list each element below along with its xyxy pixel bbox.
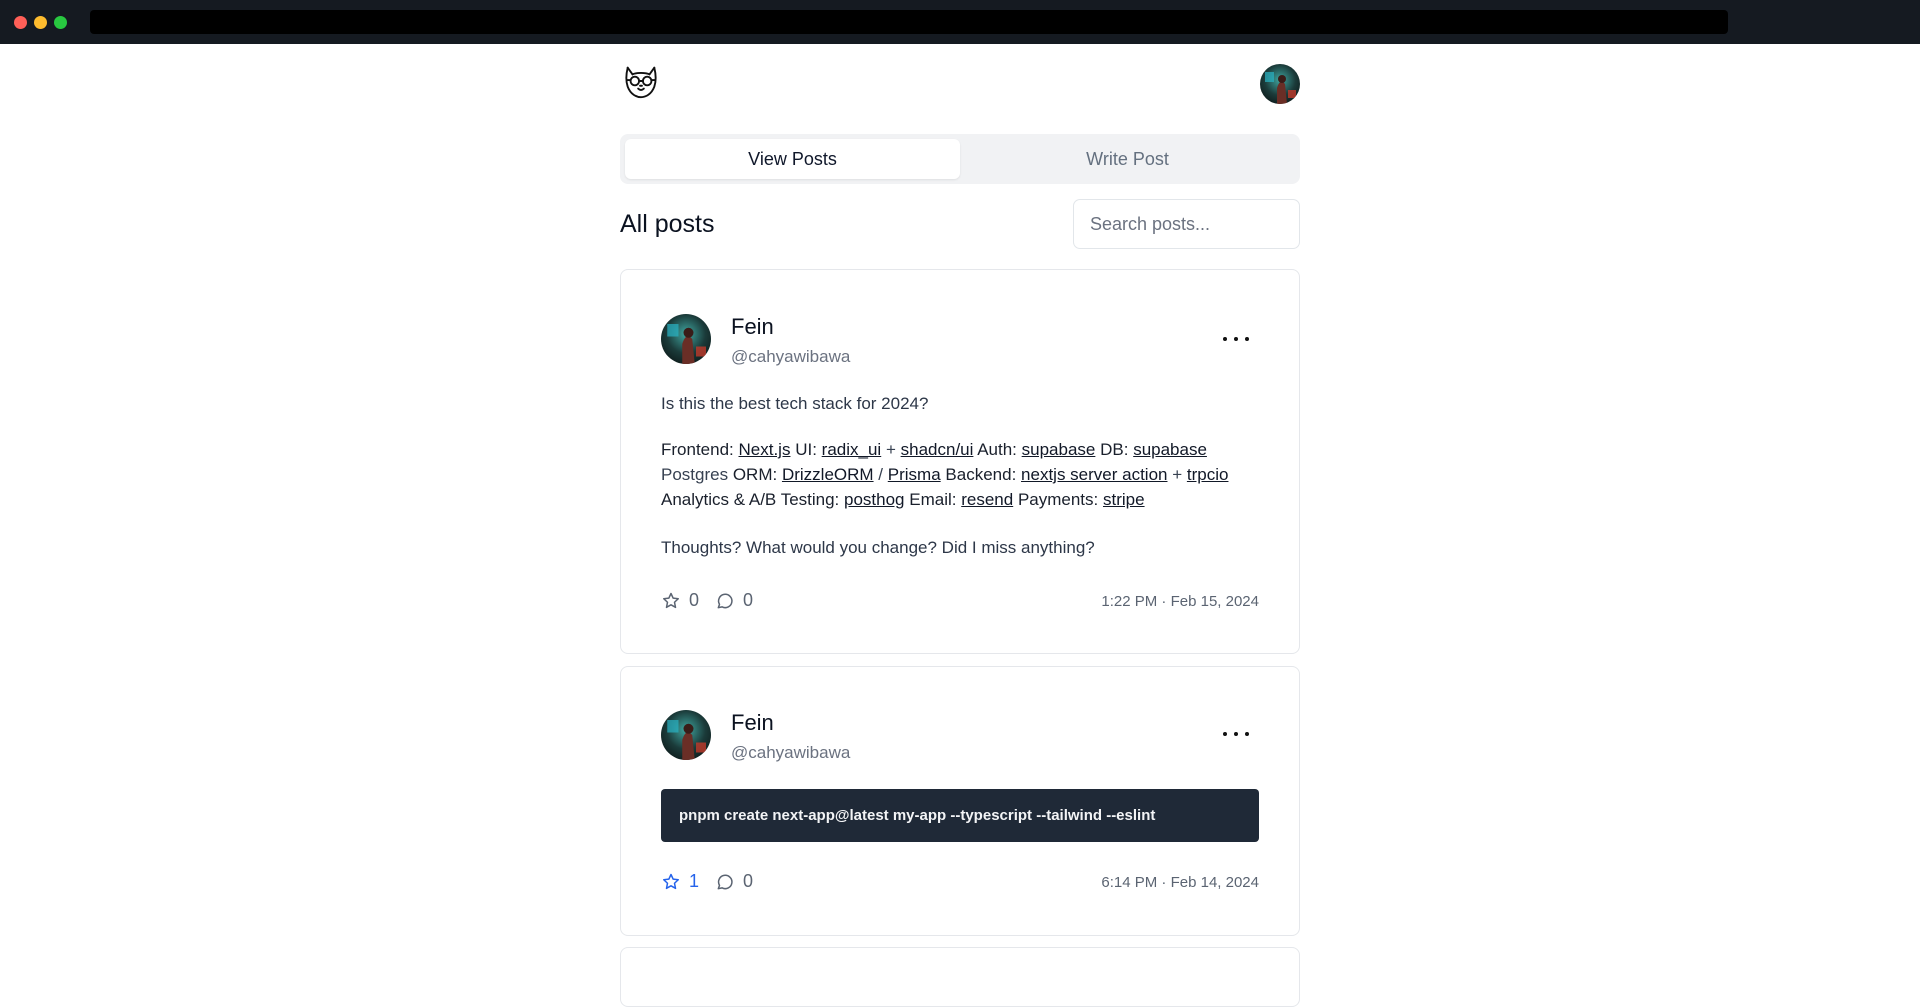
post-actions: 1 0 [661, 871, 753, 892]
post-link[interactable]: Prisma [888, 465, 941, 484]
comment-count: 0 [743, 590, 754, 610]
post-link[interactable]: resend [961, 490, 1013, 509]
comment-count: 0 [743, 871, 754, 891]
comment-button[interactable]: 0 [715, 590, 753, 611]
stack-text: Postgres [661, 465, 729, 484]
post-timestamp[interactable]: 6:14 PM · Feb 14, 2024 [1101, 874, 1259, 891]
post-stack-text: Frontend: Next.js UI: radix_ui + shadcn/… [661, 437, 1261, 512]
author-handle[interactable]: @cahyawibawa [731, 743, 850, 763]
maximize-window-button[interactable] [54, 16, 67, 29]
post-card [620, 947, 1300, 1007]
cat-glasses-icon[interactable] [622, 62, 660, 100]
star-count: 0 [689, 590, 700, 610]
stack-label: Analytics & A/B Testing: [661, 490, 840, 509]
post-link[interactable]: trpcio [1187, 465, 1229, 484]
stack-label: Email: [909, 490, 957, 509]
stack-label: Frontend: [661, 440, 734, 459]
author-name[interactable]: Fein [731, 710, 774, 736]
more-options-icon[interactable] [1223, 725, 1249, 743]
stack-label: UI: [795, 440, 817, 459]
tab-write-post[interactable]: Write Post [960, 139, 1295, 179]
author-handle[interactable]: @cahyawibawa [731, 347, 850, 367]
more-options-icon[interactable] [1223, 330, 1249, 348]
star-icon [663, 592, 679, 608]
post-link[interactable]: shadcn/ui [901, 440, 974, 459]
stack-label: ORM: [732, 465, 778, 484]
address-bar[interactable] [90, 10, 1728, 34]
star-button[interactable]: 0 [661, 590, 699, 611]
avatar[interactable] [661, 314, 711, 364]
star-count: 1 [689, 871, 700, 891]
stack-label: Backend: [945, 465, 1017, 484]
page-title: All posts [620, 210, 715, 238]
separator: / [878, 465, 884, 484]
tab-bar: View Posts Write Post [620, 134, 1300, 184]
close-window-button[interactable] [14, 16, 27, 29]
post-timestamp[interactable]: 1:22 PM · Feb 15, 2024 [1101, 593, 1259, 610]
stack-label: DB: [1100, 440, 1129, 459]
post-link[interactable]: nextjs server action [1021, 465, 1167, 484]
post-actions: 0 0 [661, 590, 753, 611]
comment-icon [717, 874, 733, 889]
post-text: Is this the best tech stack for 2024? [661, 394, 929, 413]
post-text: Thoughts? What would you change? Did I m… [661, 538, 1095, 557]
browser-chrome [0, 0, 1920, 44]
post-card: Fein @cahyawibawa Is this the best tech … [620, 269, 1300, 654]
star-icon [663, 873, 679, 889]
minimize-window-button[interactable] [34, 16, 47, 29]
avatar[interactable] [661, 710, 711, 760]
post-link[interactable]: stripe [1103, 490, 1145, 509]
avatar[interactable] [1260, 64, 1300, 104]
author-name[interactable]: Fein [731, 314, 774, 340]
comment-button[interactable]: 0 [715, 871, 753, 892]
tab-view-posts[interactable]: View Posts [625, 139, 960, 179]
post-link[interactable]: Next.js [739, 440, 791, 459]
search-input[interactable] [1073, 199, 1300, 249]
post-link[interactable]: DrizzleORM [782, 465, 874, 484]
post-link[interactable]: posthog [844, 490, 905, 509]
code-block: pnpm create next-app@latest my-app --typ… [661, 789, 1259, 842]
stack-label: Auth: [977, 440, 1017, 459]
post-link[interactable]: radix_ui [822, 440, 882, 459]
post-card: Fein @cahyawibawa pnpm create next-app@l… [620, 666, 1300, 936]
app-container: View Posts Write Post All posts Search p… [620, 44, 1300, 1007]
comment-icon [717, 593, 733, 608]
post-link[interactable]: supabase [1133, 440, 1207, 459]
post-link[interactable]: supabase [1022, 440, 1096, 459]
star-button[interactable]: 1 [661, 871, 699, 892]
separator: + [885, 440, 896, 459]
stack-label: Payments: [1017, 490, 1099, 509]
separator: + [1172, 465, 1183, 484]
